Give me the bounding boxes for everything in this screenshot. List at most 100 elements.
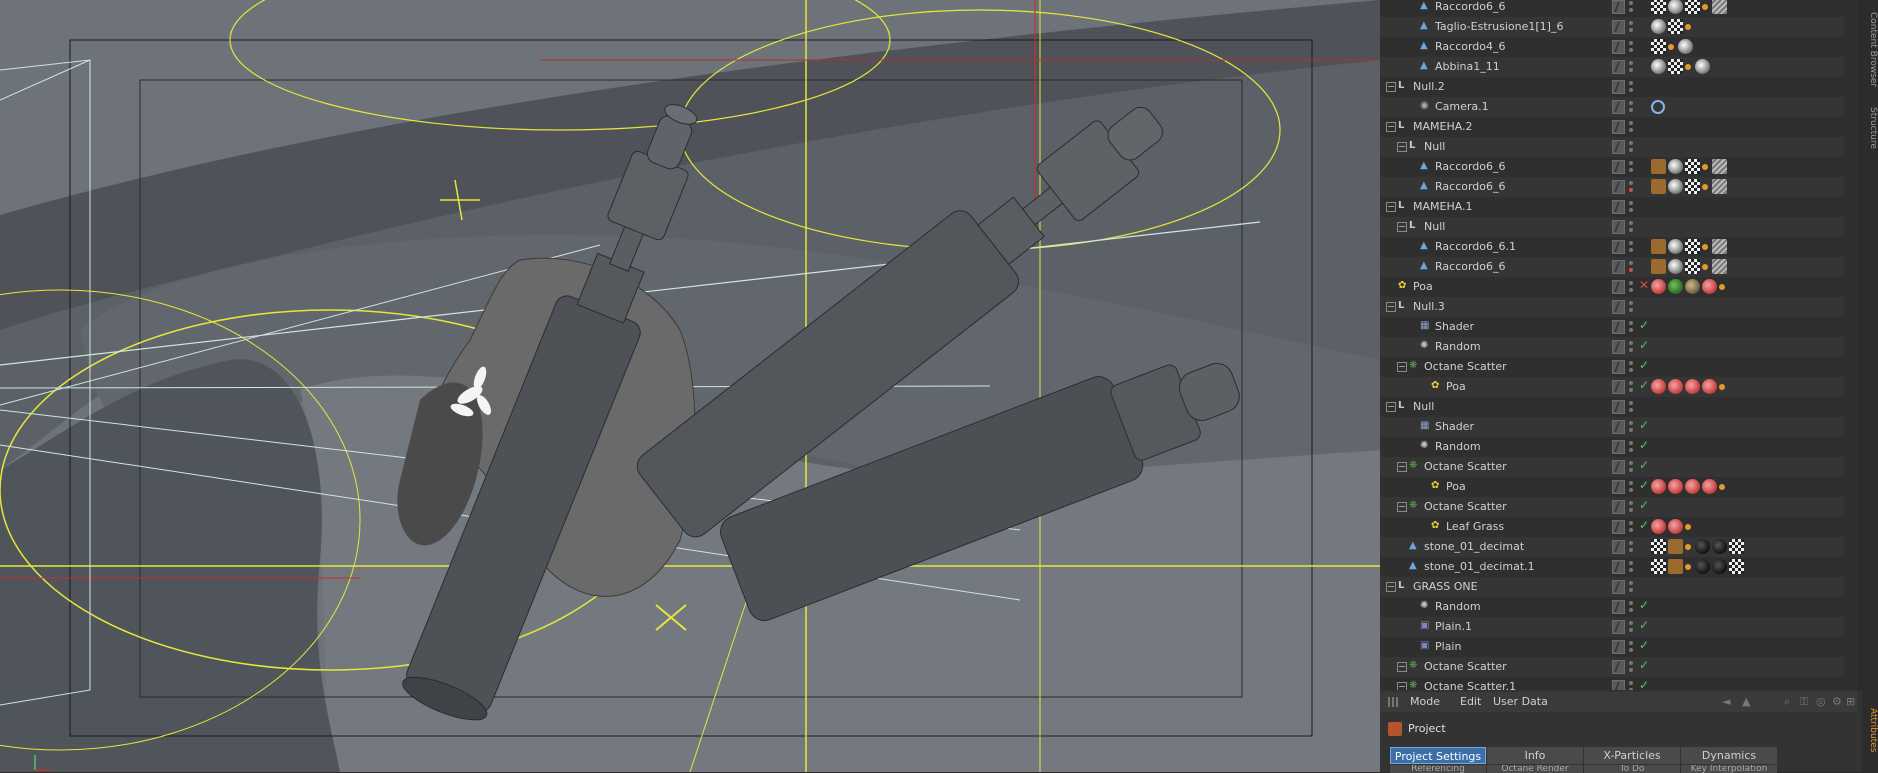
object-name[interactable]: Abbina1_11 bbox=[1435, 60, 1500, 73]
menu-edit[interactable]: Edit bbox=[1460, 695, 1481, 708]
object-row[interactable]: ▲ Raccordo6_6 bbox=[1380, 0, 1844, 17]
object-row[interactable]: ▲ Raccordo6_6 bbox=[1380, 257, 1844, 277]
object-row[interactable]: ▲ Abbina1_11 bbox=[1380, 57, 1844, 77]
olive-tag-icon[interactable] bbox=[1685, 279, 1700, 294]
checker-tag-icon[interactable] bbox=[1729, 539, 1744, 554]
visibility-dots-icon[interactable] bbox=[1629, 40, 1633, 54]
layer-icon[interactable] bbox=[1612, 560, 1625, 574]
object-name[interactable]: stone_01_decimat bbox=[1424, 540, 1524, 553]
tab-x-particles[interactable]: X-Particles bbox=[1584, 747, 1680, 764]
object-name[interactable]: Octane Scatter bbox=[1424, 500, 1507, 513]
object-name[interactable]: Taglio-Estrusione1[1]_6 bbox=[1435, 20, 1563, 33]
layer-icon[interactable] bbox=[1612, 280, 1625, 294]
red-tag-icon[interactable] bbox=[1668, 479, 1683, 494]
brown-tag-icon[interactable] bbox=[1651, 179, 1666, 194]
visibility-dots-icon[interactable] bbox=[1629, 580, 1633, 594]
phong-tag-icon[interactable] bbox=[1678, 39, 1693, 54]
object-name[interactable]: Random bbox=[1435, 340, 1481, 353]
collapse-toggle-icon[interactable] bbox=[1397, 502, 1407, 512]
object-name[interactable]: MAMEHA.2 bbox=[1413, 120, 1473, 133]
disabled-x-icon[interactable]: ✕ bbox=[1639, 278, 1649, 292]
red-tag-icon[interactable] bbox=[1651, 379, 1666, 394]
enabled-check-icon[interactable]: ✓ bbox=[1639, 458, 1649, 472]
dot-tag-icon[interactable] bbox=[1685, 24, 1691, 30]
checker-tag-icon[interactable] bbox=[1651, 39, 1666, 54]
dot-tag-icon[interactable] bbox=[1702, 184, 1708, 190]
visibility-dots-icon[interactable] bbox=[1629, 520, 1633, 534]
stripe-tag-icon[interactable] bbox=[1712, 239, 1727, 254]
visibility-dots-icon[interactable] bbox=[1629, 160, 1633, 174]
object-name[interactable]: Random bbox=[1435, 440, 1481, 453]
checker-tag-icon[interactable] bbox=[1729, 559, 1744, 574]
checker-tag-icon[interactable] bbox=[1685, 239, 1700, 254]
dot-tag-icon[interactable] bbox=[1685, 544, 1691, 550]
object-row[interactable]: ❋ Octane Scatter ✓ bbox=[1380, 657, 1844, 677]
object-row[interactable]: ▣ Plain ✓ bbox=[1380, 637, 1844, 657]
layer-icon[interactable] bbox=[1612, 240, 1625, 254]
checker-tag-icon[interactable] bbox=[1651, 0, 1666, 14]
object-row[interactable]: L Null.3 bbox=[1380, 297, 1844, 317]
3d-viewport[interactable] bbox=[0, 0, 1380, 772]
visibility-dots-icon[interactable] bbox=[1629, 120, 1633, 134]
stripe-tag-icon[interactable] bbox=[1712, 259, 1727, 274]
visibility-dots-icon[interactable] bbox=[1629, 480, 1633, 494]
layer-icon[interactable] bbox=[1612, 320, 1625, 334]
collapse-toggle-icon[interactable] bbox=[1386, 82, 1396, 92]
visibility-dots-icon[interactable] bbox=[1629, 260, 1633, 274]
dot-tag-icon[interactable] bbox=[1719, 284, 1725, 290]
object-row[interactable]: L Null.2 bbox=[1380, 77, 1844, 97]
layer-icon[interactable] bbox=[1612, 500, 1625, 514]
visibility-dots-icon[interactable] bbox=[1629, 400, 1633, 414]
collapse-toggle-icon[interactable] bbox=[1386, 202, 1396, 212]
dark-tag-icon[interactable] bbox=[1695, 559, 1710, 574]
collapse-toggle-icon[interactable] bbox=[1397, 362, 1407, 372]
object-name[interactable]: Poa bbox=[1413, 280, 1433, 293]
object-row[interactable]: L Null bbox=[1380, 137, 1844, 157]
layer-icon[interactable] bbox=[1612, 160, 1625, 174]
stripe-tag-icon[interactable] bbox=[1712, 0, 1727, 14]
object-row[interactable]: ▲ Raccordo6_6 bbox=[1380, 177, 1844, 197]
red-tag-icon[interactable] bbox=[1702, 479, 1717, 494]
red-tag-icon[interactable] bbox=[1685, 479, 1700, 494]
object-row[interactable]: ❋ Octane Scatter.1 ✓ bbox=[1380, 677, 1844, 690]
object-row[interactable]: ▲ Raccordo6_6 bbox=[1380, 157, 1844, 177]
red-tag-icon[interactable] bbox=[1702, 279, 1717, 294]
dot-tag-icon[interactable] bbox=[1685, 524, 1691, 530]
layer-icon[interactable] bbox=[1612, 580, 1625, 594]
object-row[interactable]: L Null bbox=[1380, 397, 1844, 417]
layer-icon[interactable] bbox=[1612, 480, 1625, 494]
menu-mode[interactable]: Mode bbox=[1410, 695, 1440, 708]
checker-tag-icon[interactable] bbox=[1685, 159, 1700, 174]
tab-content-browser[interactable]: Content Browser bbox=[1862, 10, 1878, 90]
collapse-toggle-icon[interactable] bbox=[1397, 142, 1407, 152]
object-name[interactable]: Poa bbox=[1446, 380, 1466, 393]
collapse-toggle-icon[interactable] bbox=[1386, 122, 1396, 132]
visibility-dots-icon[interactable] bbox=[1629, 320, 1633, 334]
phong-tag-icon[interactable] bbox=[1668, 179, 1683, 194]
visibility-dots-icon[interactable] bbox=[1629, 540, 1633, 554]
visibility-dots-icon[interactable] bbox=[1629, 220, 1633, 234]
tab-attributes[interactable]: Attributes bbox=[1862, 700, 1878, 760]
object-row[interactable]: ✺ Random ✓ bbox=[1380, 437, 1844, 457]
object-name[interactable]: Raccordo6_6 bbox=[1435, 0, 1506, 13]
enabled-check-icon[interactable]: ✓ bbox=[1639, 598, 1649, 612]
tab-dynamics[interactable]: Dynamics bbox=[1681, 747, 1777, 764]
enabled-check-icon[interactable]: ✓ bbox=[1639, 678, 1649, 690]
layer-icon[interactable] bbox=[1612, 440, 1625, 454]
red-tag-icon[interactable] bbox=[1668, 519, 1683, 534]
tab-structure[interactable]: Structure bbox=[1862, 100, 1878, 155]
red-tag-icon[interactable] bbox=[1651, 519, 1666, 534]
object-name[interactable]: Leaf Grass bbox=[1446, 520, 1504, 533]
enabled-check-icon[interactable]: ✓ bbox=[1639, 498, 1649, 512]
phong-tag-icon[interactable] bbox=[1668, 0, 1683, 14]
dot-tag-icon[interactable] bbox=[1702, 264, 1708, 270]
collapse-toggle-icon[interactable] bbox=[1397, 682, 1407, 690]
layer-icon[interactable] bbox=[1612, 400, 1625, 414]
red-tag-icon[interactable] bbox=[1651, 279, 1666, 294]
visibility-dots-icon[interactable] bbox=[1629, 240, 1633, 254]
object-name[interactable]: Raccordo6_6 bbox=[1435, 160, 1506, 173]
checker-tag-icon[interactable] bbox=[1651, 539, 1666, 554]
object-name[interactable]: Shader bbox=[1435, 320, 1474, 333]
visibility-dots-icon[interactable] bbox=[1629, 360, 1633, 374]
object-name[interactable]: MAMEHA.1 bbox=[1413, 200, 1473, 213]
